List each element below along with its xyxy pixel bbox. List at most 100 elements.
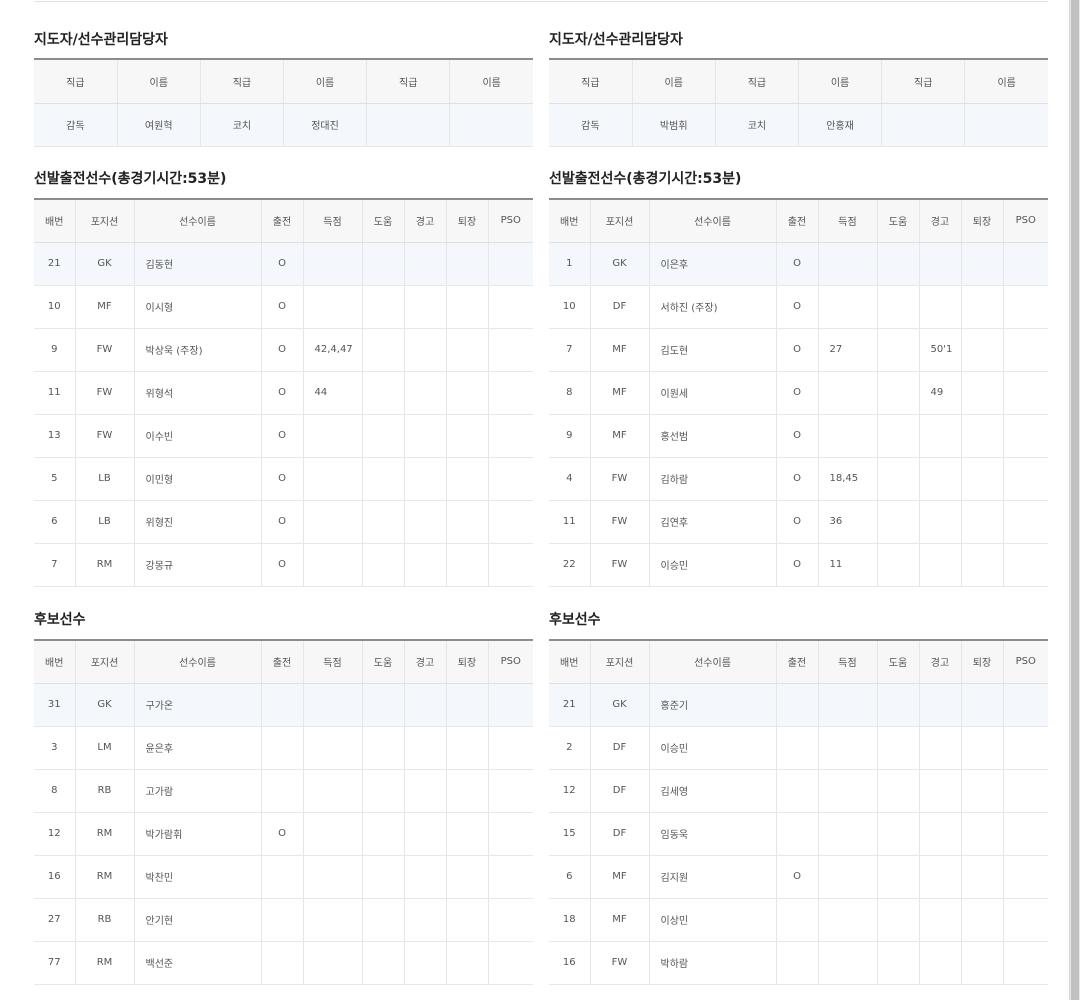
vertical-scrollbar[interactable] — [1069, 0, 1080, 1000]
number-cell: 22 — [549, 543, 591, 587]
header-appearance: 출전 — [776, 640, 819, 684]
number-cell: 10 — [34, 285, 76, 329]
header-pso: PSO — [1003, 199, 1048, 243]
goals-cell — [818, 769, 878, 813]
appearance-cell: O — [261, 812, 304, 856]
number-cell: 27 — [34, 898, 76, 942]
player-row: 8 MF 이원세 O 49 — [549, 371, 1048, 415]
pso-cell — [1003, 242, 1048, 286]
pso-cell — [488, 855, 533, 899]
scrollbar-thumb[interactable] — [1071, 0, 1079, 1000]
header-name: 이름 — [283, 59, 368, 104]
assists-cell — [362, 941, 405, 985]
appearance-cell — [776, 683, 819, 727]
player-row: 21 GK 김동현 O — [34, 242, 533, 286]
assists-cell — [877, 941, 920, 985]
staff-header-row: 직급 이름 직급 이름 직급 이름 — [34, 59, 533, 104]
number-cell: 13 — [34, 414, 76, 458]
appearance-cell — [776, 812, 819, 856]
staff-name-cell — [449, 103, 533, 147]
header-position: 포지션 — [590, 640, 650, 684]
appearance-cell — [776, 726, 819, 770]
header-pso: PSO — [488, 199, 533, 243]
pso-cell — [1003, 414, 1048, 458]
sendoffs-cell — [446, 328, 489, 372]
goals-cell — [303, 414, 363, 458]
appearance-cell: O — [776, 500, 819, 544]
staff-rank-cell: 감독 — [34, 103, 118, 147]
staff-name-cell: 여원혁 — [117, 103, 201, 147]
home-staff-table: 직급 이름 직급 이름 직급 이름 감독 여원혁 코치 정대진 — [34, 58, 533, 147]
number-cell: 2 — [549, 726, 591, 770]
number-cell: 3 — [34, 726, 76, 770]
player-row: 13 FW 이수빈 O — [34, 414, 533, 458]
pso-cell — [1003, 898, 1048, 942]
assists-cell — [877, 855, 920, 899]
goals-cell: 42,4,47 — [303, 328, 363, 372]
number-cell: 6 — [549, 855, 591, 899]
number-cell: 11 — [549, 500, 591, 544]
player-row: 22 FW 이승민 O 11 — [549, 543, 1048, 587]
number-cell: 6 — [34, 500, 76, 544]
appearance-cell: O — [261, 543, 304, 587]
goals-cell — [303, 855, 363, 899]
pso-cell — [488, 812, 533, 856]
player-name-cell: 이시형 — [134, 285, 262, 329]
sendoffs-cell — [961, 941, 1004, 985]
number-cell: 16 — [549, 941, 591, 985]
player-name-cell: 김동현 — [134, 242, 262, 286]
pso-cell — [1003, 726, 1048, 770]
number-cell: 7 — [34, 543, 76, 587]
position-cell: FW — [590, 457, 650, 501]
sendoffs-cell — [446, 726, 489, 770]
position-cell: RM — [75, 543, 135, 587]
warnings-cell — [919, 543, 962, 587]
assists-cell — [362, 683, 405, 727]
warnings-cell — [404, 500, 447, 544]
goals-cell — [818, 855, 878, 899]
staff-name-cell: 정대진 — [283, 103, 368, 147]
goals-cell: 18,45 — [818, 457, 878, 501]
player-row: 27 RB 안기현 — [34, 898, 533, 942]
assists-cell — [877, 683, 920, 727]
assists-cell — [362, 242, 405, 286]
staff-name-cell — [964, 103, 1048, 147]
header-goals: 득점 — [303, 640, 363, 684]
header-appearance: 출전 — [261, 199, 304, 243]
warnings-cell — [919, 855, 962, 899]
header-assists: 도움 — [362, 199, 405, 243]
player-name-cell: 고가람 — [134, 769, 262, 813]
appearance-cell: O — [776, 457, 819, 501]
player-name-cell: 박상욱 (주장) — [134, 328, 262, 372]
home-staff-title: 지도자/선수관리담당자 — [34, 32, 168, 48]
assists-cell — [362, 500, 405, 544]
number-cell: 7 — [549, 328, 591, 372]
pso-cell — [1003, 371, 1048, 415]
sendoffs-cell — [446, 769, 489, 813]
pso-cell — [1003, 500, 1048, 544]
sendoffs-cell — [961, 414, 1004, 458]
player-row: 6 MF 김지원 O — [549, 855, 1048, 899]
player-name-cell: 강몽규 — [134, 543, 262, 587]
goals-cell — [303, 812, 363, 856]
position-cell: DF — [590, 285, 650, 329]
number-cell: 77 — [34, 941, 76, 985]
player-row: 4 FW 김하람 O 18,45 — [549, 457, 1048, 501]
appearance-cell — [261, 855, 304, 899]
goals-cell: 36 — [818, 500, 878, 544]
header-appearance: 출전 — [261, 640, 304, 684]
header-position: 포지션 — [590, 199, 650, 243]
goals-cell: 11 — [818, 543, 878, 587]
number-cell: 21 — [34, 242, 76, 286]
assists-cell — [877, 328, 920, 372]
position-cell: MF — [590, 371, 650, 415]
header-player-name: 선수이름 — [649, 199, 777, 243]
assists-cell — [877, 285, 920, 329]
position-cell: DF — [590, 769, 650, 813]
player-name-cell: 박하람 — [649, 941, 777, 985]
warnings-cell — [919, 683, 962, 727]
pso-cell — [1003, 855, 1048, 899]
assists-cell — [877, 414, 920, 458]
position-cell: MF — [590, 898, 650, 942]
player-row: 7 RM 강몽규 O — [34, 543, 533, 587]
